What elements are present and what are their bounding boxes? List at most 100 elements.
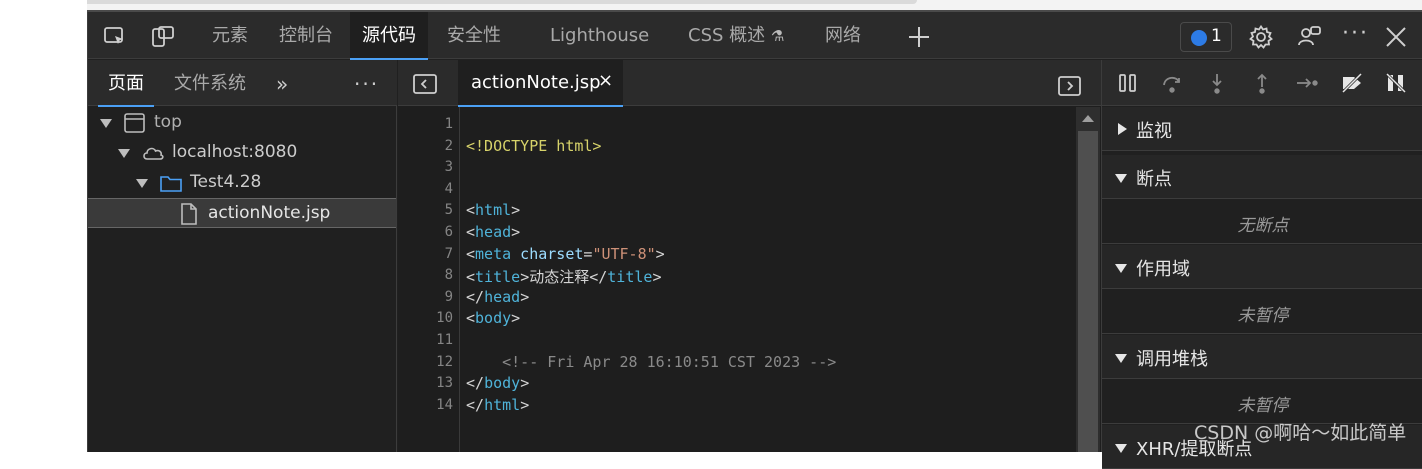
tab-filesystem[interactable]: 文件系统 — [174, 60, 246, 106]
code-token: <!DOCTYPE html> — [466, 136, 602, 155]
tab-network[interactable]: 网络 — [813, 12, 873, 59]
section-breakpoints[interactable]: 断点 — [1102, 155, 1422, 199]
code-line[interactable]: <body> — [466, 309, 520, 327]
code-line[interactable]: <meta charset="UTF-8"> — [466, 245, 665, 263]
code-line[interactable]: <head> — [466, 223, 520, 241]
line-number[interactable]: 6 — [413, 224, 453, 240]
line-number[interactable]: 3 — [413, 159, 453, 175]
code-token: > — [655, 244, 665, 263]
line-number[interactable]: 5 — [413, 202, 453, 218]
line-number[interactable]: 13 — [413, 375, 453, 391]
deactivate-breakpoints-icon[interactable] — [1340, 71, 1364, 95]
issues-button[interactable]: 1 — [1180, 22, 1232, 52]
tab-lighthouse[interactable]: Lighthouse — [538, 12, 661, 59]
line-number[interactable]: 14 — [413, 397, 453, 413]
close-devtools-icon[interactable] — [1383, 24, 1409, 50]
navigator-menu-icon[interactable]: ··· — [354, 60, 379, 106]
tree-item-localhost[interactable]: localhost:8080 — [88, 138, 396, 168]
more-options-icon[interactable]: ··· — [1342, 23, 1368, 50]
code-line[interactable]: <!-- Fri Apr 28 16:10:51 CST 2023 --> — [466, 353, 836, 371]
code-token: < — [466, 268, 476, 287]
code-token: <!-- Fri Apr 28 16:10:51 CST 2023 --> — [466, 352, 837, 371]
scroll-up-arrow-icon[interactable] — [1082, 115, 1094, 122]
tree-item-file-selected[interactable]: actionNote.jsp — [88, 198, 396, 228]
code-token: head — [475, 223, 512, 241]
scope-not-paused-text: 未暂停 — [1237, 306, 1289, 326]
file-tab[interactable]: actionNote.jsp × — [458, 60, 623, 107]
settings-gear-icon[interactable] — [1248, 24, 1274, 50]
tree-item-top[interactable]: top — [88, 108, 396, 138]
section-scope-title: 作用域 — [1136, 259, 1190, 280]
line-number-gutter: 1 2 3 4 5 6 7 8 9 10 11 12 13 14 — [398, 107, 460, 452]
step-icon[interactable] — [1295, 71, 1319, 95]
line-number[interactable]: 8 — [413, 267, 453, 283]
code-line[interactable]: <html> — [466, 201, 520, 219]
devtools-tab-bar: 元素 控制台 源代码 安全性 Lighthouse CSS 概述 ⚗ 网络 1 … — [88, 12, 1422, 60]
code-token: </ — [466, 287, 485, 306]
line-number[interactable]: 7 — [413, 246, 453, 262]
line-number[interactable]: 12 — [413, 354, 453, 370]
page-background — [0, 0, 87, 452]
tab-css-overview[interactable]: CSS 概述 ⚗ — [676, 12, 796, 59]
tab-sources[interactable]: 源代码 — [350, 12, 428, 60]
code-token: > — [511, 309, 521, 328]
expanded-triangle-icon — [1115, 354, 1127, 363]
code-line[interactable]: </html> — [466, 396, 529, 414]
code-line[interactable]: <!DOCTYPE html> — [466, 137, 601, 155]
code-token: < — [466, 244, 476, 263]
line-number[interactable]: 1 — [413, 116, 453, 132]
expand-triangle-icon — [118, 149, 130, 158]
toggle-navigator-icon[interactable] — [412, 71, 438, 97]
device-toolbar-icon[interactable] — [150, 24, 176, 50]
toggle-debugger-icon[interactable] — [1057, 74, 1083, 98]
expanded-triangle-icon — [1115, 174, 1127, 183]
code-token: < — [466, 223, 476, 241]
code-line[interactable]: </body> — [466, 374, 529, 392]
pause-icon[interactable] — [1116, 71, 1140, 95]
tree-label-top: top — [154, 112, 182, 132]
vertical-scrollbar[interactable] — [1076, 107, 1100, 452]
section-watch[interactable]: 监视 — [1102, 107, 1422, 151]
screenshot-root: 元素 控制台 源代码 安全性 Lighthouse CSS 概述 ⚗ 网络 1 … — [0, 0, 1422, 469]
code-token: meta — [475, 244, 512, 263]
section-breakpoints-title: 断点 — [1136, 169, 1172, 190]
step-out-icon[interactable] — [1250, 71, 1274, 95]
tab-elements[interactable]: 元素 — [200, 12, 260, 59]
line-number[interactable]: 4 — [413, 181, 453, 197]
tab-console[interactable]: 控制台 — [267, 12, 345, 59]
close-tab-icon[interactable]: × — [598, 70, 613, 91]
folder-icon — [159, 172, 183, 194]
code-token: > — [520, 287, 530, 306]
section-call-stack-title: 调用堆栈 — [1136, 349, 1208, 370]
section-scope[interactable]: 作用域 — [1102, 245, 1422, 289]
line-number[interactable]: 11 — [413, 332, 453, 348]
more-tabs-plus-icon[interactable] — [906, 24, 932, 50]
expand-triangle-icon — [136, 179, 148, 188]
tree-item-folder[interactable]: Test4.28 — [88, 168, 396, 198]
tree-label-folder: Test4.28 — [190, 172, 262, 192]
customize-users-icon[interactable] — [1296, 24, 1322, 50]
code-line[interactable]: </head> — [466, 288, 529, 306]
scrollbar-thumb[interactable] — [1078, 131, 1098, 452]
tab-page[interactable]: 页面 — [98, 60, 154, 107]
step-over-icon[interactable] — [1160, 71, 1184, 95]
inspect-element-icon[interactable] — [102, 24, 128, 50]
cloud-icon — [141, 142, 165, 164]
pause-on-exceptions-icon[interactable] — [1384, 71, 1408, 95]
line-number[interactable]: 2 — [413, 138, 453, 154]
code-content[interactable]: <!DOCTYPE html> <html> <head> <meta charset… — [466, 107, 1076, 452]
code-token: < — [466, 309, 476, 328]
more-tabs-chevron-icon[interactable]: » — [276, 60, 288, 106]
line-number[interactable]: 10 — [413, 310, 453, 326]
section-call-stack[interactable]: 调用堆栈 — [1102, 335, 1422, 379]
breakpoints-body: 无断点 — [1102, 200, 1422, 244]
debugger-sidebar: 监视 断点 无断点 作用域 未暂停 调用堆栈 未暂停 XHR/提取断点 — [1101, 60, 1422, 469]
code-token: < — [466, 201, 476, 220]
tab-security[interactable]: 安全性 — [435, 12, 513, 59]
step-into-icon[interactable] — [1205, 71, 1229, 95]
code-token: > — [511, 223, 521, 241]
code-line[interactable]: <title>动态注释</title> — [466, 266, 661, 287]
code-token: title — [607, 268, 653, 287]
file-tab-name: actionNote.jsp — [471, 72, 601, 93]
line-number[interactable]: 9 — [413, 289, 453, 305]
